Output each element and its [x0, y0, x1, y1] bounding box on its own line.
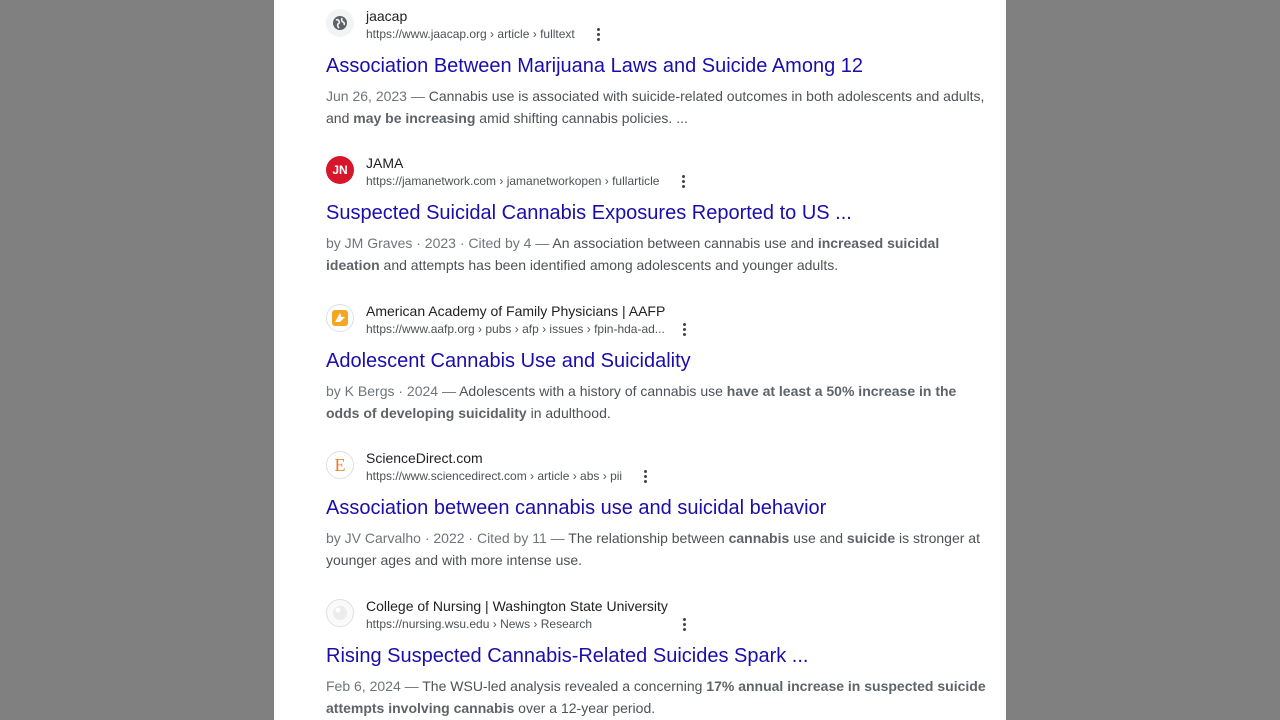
elsevier-logo-icon: E — [326, 451, 354, 479]
result-snippet: Feb 6, 2024 — The WSU-led analysis revea… — [326, 678, 986, 716]
result-url: https://jamanetwork.com › jamanetworkope… — [366, 174, 660, 188]
search-result: JN JAMA https://jamanetwork.com › jamane… — [326, 153, 986, 276]
wsu-logo-icon — [326, 599, 354, 627]
result-meta: by K Bergs · 2024 — — [326, 383, 460, 399]
result-snippet: Jun 26, 2023 — Cannabis use is associate… — [326, 88, 985, 126]
result-site-name: American Academy of Family Physicians | … — [366, 303, 666, 319]
jn-logo-icon: JN — [326, 156, 354, 184]
result-title-link[interactable]: Suspected Suicidal Cannabis Exposures Re… — [326, 200, 986, 226]
result-source[interactable]: E ScienceDirect.com https://www.scienced… — [326, 448, 986, 486]
result-source[interactable]: jaacap https://www.jaacap.org › article … — [326, 6, 986, 44]
result-title-link[interactable]: Adolescent Cannabis Use and Suicidality — [326, 348, 986, 374]
result-url: https://www.sciencedirect.com › article … — [366, 469, 623, 483]
more-options-icon[interactable] — [592, 25, 604, 43]
result-site-name: JAMA — [366, 155, 404, 171]
result-source[interactable]: JN JAMA https://jamanetwork.com › jamane… — [326, 153, 986, 191]
result-snippet: by JM Graves · 2023 · Cited by 4 — An as… — [326, 235, 940, 273]
result-meta: by JV Carvalho · 2022 · Cited by 11 — — [326, 530, 569, 546]
result-url: https://nursing.wsu.edu › News › Researc… — [366, 617, 593, 631]
more-options-icon[interactable] — [678, 615, 690, 633]
more-options-icon[interactable] — [678, 320, 690, 338]
result-snippet: by JV Carvalho · 2022 · Cited by 11 — Th… — [326, 530, 980, 568]
result-site-name: ScienceDirect.com — [366, 450, 483, 466]
result-source[interactable]: American Academy of Family Physicians | … — [326, 301, 986, 339]
result-snippet: by K Bergs · 2024 — Adolescents with a h… — [326, 383, 957, 421]
search-result: jaacap https://www.jaacap.org › article … — [326, 6, 986, 129]
search-results-page: jaacap https://www.jaacap.org › article … — [274, 0, 1006, 720]
result-title-link[interactable]: Association Between Marijuana Laws and S… — [326, 53, 986, 79]
result-title-link[interactable]: Rising Suspected Cannabis-Related Suicid… — [326, 643, 986, 669]
result-site-name: College of Nursing | Washington State Un… — [366, 598, 668, 614]
more-options-icon[interactable] — [677, 172, 689, 190]
result-title-link[interactable]: Association between cannabis use and sui… — [326, 495, 986, 521]
search-result: E ScienceDirect.com https://www.scienced… — [326, 448, 986, 571]
result-meta: Feb 6, 2024 — — [326, 678, 423, 694]
more-options-icon[interactable] — [639, 467, 651, 485]
result-meta: by JM Graves · 2023 · Cited by 4 — — [326, 235, 553, 251]
search-result: College of Nursing | Washington State Un… — [326, 596, 986, 719]
result-site-name: jaacap — [366, 8, 408, 24]
result-meta: Jun 26, 2023 — — [326, 88, 429, 104]
search-result: American Academy of Family Physicians | … — [326, 301, 986, 424]
aafp-logo-icon — [326, 304, 354, 332]
result-url: https://www.aafp.org › pubs › afp › issu… — [366, 322, 665, 336]
result-url: https://www.jaacap.org › article › fullt… — [366, 27, 575, 41]
result-source[interactable]: College of Nursing | Washington State Un… — [326, 596, 986, 634]
globe-icon — [326, 9, 354, 37]
